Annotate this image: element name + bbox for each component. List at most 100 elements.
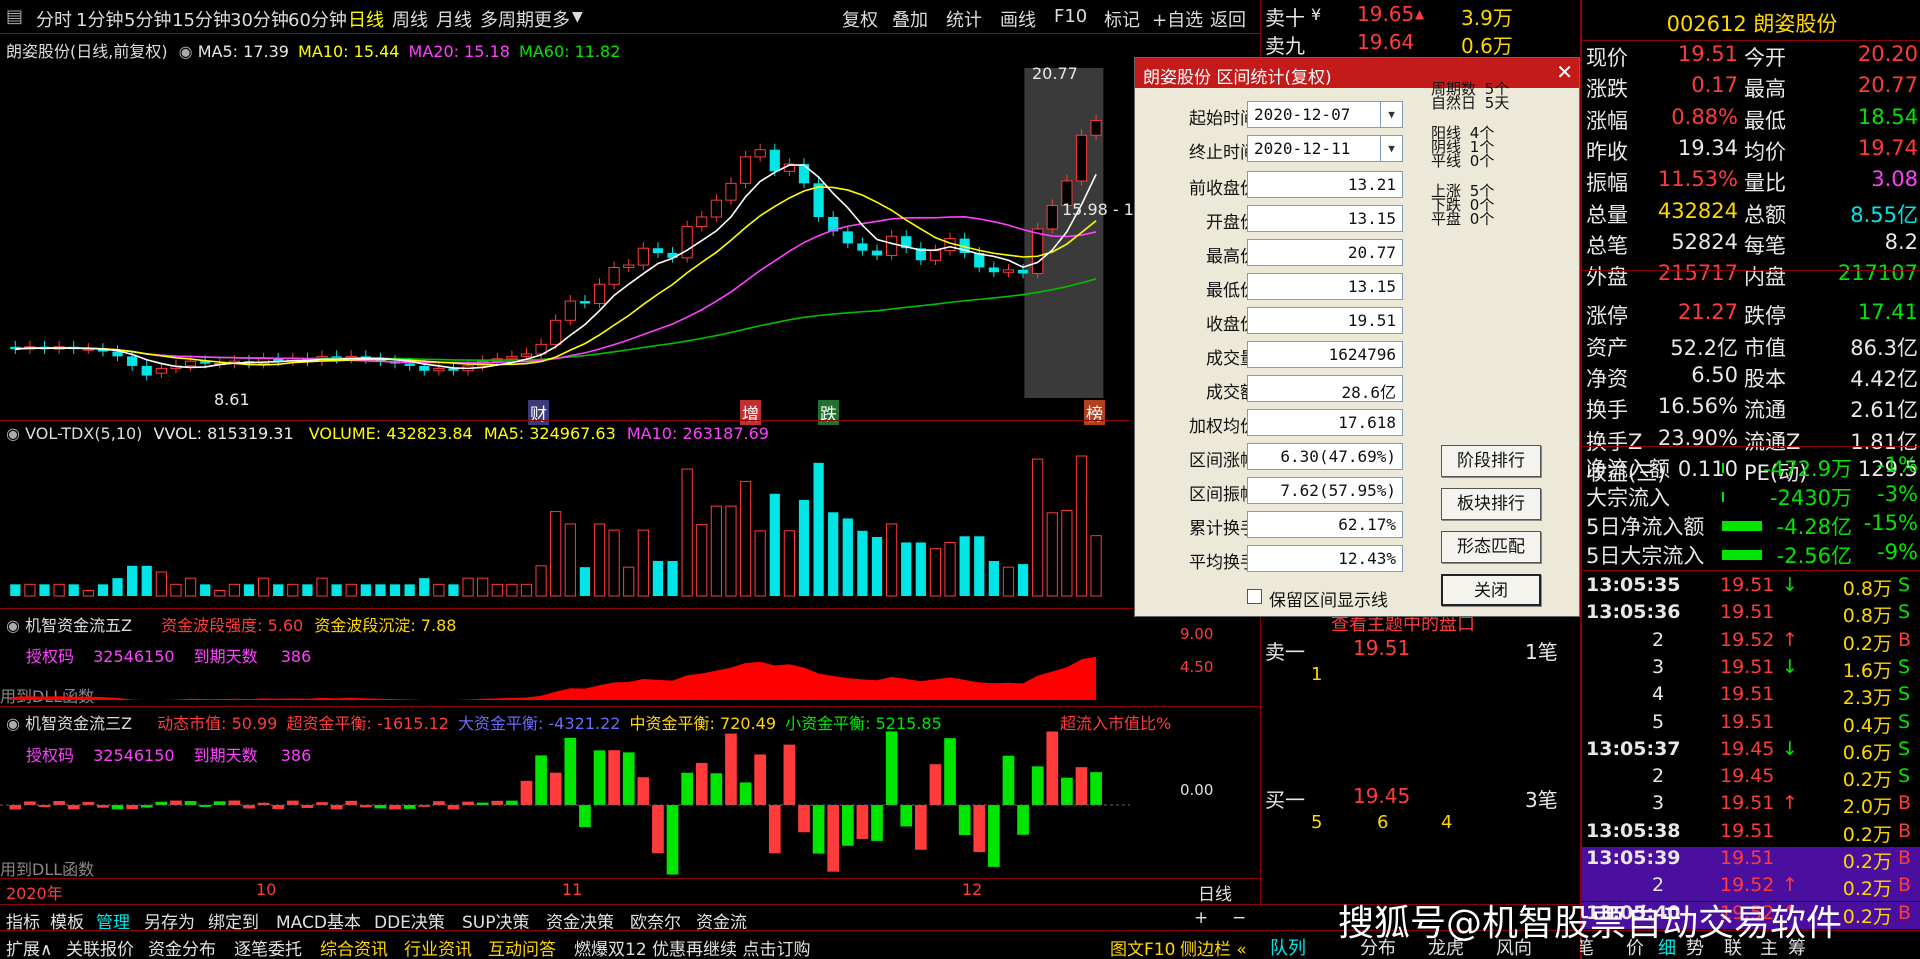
close-icon[interactable]: ✕ [1556,60,1573,84]
btn-diejia[interactable]: 叠加 [892,6,928,32]
plus-icon[interactable]: + [1194,908,1208,928]
detail-tab[interactable]: 龙虎 [1428,934,1464,959]
candle[interactable] [1032,228,1044,274]
candle[interactable] [857,243,868,251]
field-value[interactable]: 28.6亿 [1247,375,1403,402]
candle[interactable] [550,319,562,345]
marker-cai[interactable]: 财 [528,400,549,425]
field-value[interactable]: 7.62(57.95%) [1247,477,1403,504]
btn-fuquan[interactable]: 复权 [842,6,878,32]
tick-row[interactable]: 5 19.51 0.4万 S [1582,711,1920,738]
tab-15min[interactable]: 15分钟 [172,6,231,32]
field-value[interactable]: 20.77 [1247,239,1403,266]
tick-row[interactable]: 13:05:37 19.45 ↓ 0.6万 S [1582,738,1920,765]
candle[interactable] [1046,204,1058,230]
tab-1min[interactable]: 1分钟 [76,6,123,32]
candle[interactable] [871,250,883,256]
keep-line-label[interactable]: 保留区间显示线 [1269,586,1388,611]
interval-stats-dialog[interactable]: 朗姿股份 区间统计(复权) ✕ 起始时间 2020-12-07 ▼ 终止时间 2… [1134,57,1580,617]
tab-related[interactable]: 关联报价 [66,935,134,959]
candle[interactable] [842,231,853,244]
field-value[interactable]: 62.17% [1247,511,1403,538]
candle[interactable] [404,363,415,366]
candle[interactable] [520,353,533,357]
btn-add-favorite[interactable]: +自选 [1152,6,1203,32]
tab-fenshi[interactable]: 分时 [36,6,72,32]
candle[interactable] [739,156,752,184]
marker-zeng[interactable]: 增 [740,400,761,425]
tick-row[interactable]: 4 19.51 2.3万 S [1582,683,1920,710]
tick-row[interactable]: 3 19.51 ↑ 2.0万 B [1582,792,1920,819]
candle[interactable] [988,267,999,273]
candle[interactable] [769,149,780,172]
tick-row[interactable]: 13:05:39 19.51 0.2万 B [1582,847,1920,874]
candlestick-chart[interactable] [0,60,1130,420]
tab-multi[interactable]: 多周期 [480,6,534,32]
keep-line-checkbox[interactable] [1247,589,1262,604]
tab-news[interactable]: 综合资讯 [320,935,388,959]
field-value[interactable]: 13.15 [1247,205,1403,232]
candle[interactable] [127,356,138,366]
marker-bang[interactable]: 榜 [1084,400,1105,425]
detail-tab[interactable]: 风向 [1496,934,1532,959]
sector-rank-button[interactable]: 板块排行 [1441,488,1541,520]
candle[interactable] [1017,269,1029,274]
candle[interactable] [929,250,942,261]
candle[interactable] [725,182,737,201]
flow3-chart[interactable] [0,730,1130,880]
field-value[interactable]: 13.15 [1247,273,1403,300]
tab-30min[interactable]: 30分钟 [230,6,289,32]
start-date-select[interactable]: 2020-12-07 ▼ [1247,101,1403,128]
stage-rank-button[interactable]: 阶段排行 [1441,445,1541,477]
tab-daily[interactable]: 日线 [348,6,384,32]
chevron-icon[interactable]: ◉ [6,424,20,443]
f10-link[interactable]: 图文F10 [1110,935,1175,959]
candle[interactable] [710,199,722,218]
candle[interactable] [564,300,576,321]
dialog-title[interactable]: 朗姿股份 区间统计(复权) [1135,58,1579,88]
tab-industry[interactable]: 行业资讯 [404,935,472,959]
tab-weekly[interactable]: 周线 [392,6,428,32]
candle[interactable] [82,348,94,351]
marker-die[interactable]: 跌 [818,400,839,425]
tab-60min[interactable]: 60分钟 [288,6,347,32]
btn-huaxian[interactable]: 画线 [1000,6,1036,32]
tick-row[interactable]: 13:05:36 19.51 0.8万 S [1582,601,1920,628]
flow5-chart[interactable] [0,630,1130,708]
candle[interactable] [886,235,898,256]
candle[interactable] [184,360,197,367]
candle[interactable] [141,365,152,376]
period-label[interactable]: 日线 [1198,880,1232,905]
close-button[interactable]: 关闭 [1441,574,1541,606]
chevron-down-icon[interactable]: ▼ [1380,102,1402,127]
tick-row[interactable]: 13:05:38 19.51 0.2万 B [1582,820,1920,847]
tab-more[interactable]: 更多 [534,6,570,32]
tab-5min[interactable]: 5分钟 [124,6,171,32]
detail-tab[interactable]: 分布 [1360,934,1396,959]
minus-icon[interactable]: − [1232,908,1246,928]
pattern-match-button[interactable]: 形态匹配 [1441,531,1541,563]
tab-fund-dist[interactable]: 资金分布 [148,935,216,959]
field-value[interactable]: 1624796 [1247,341,1403,368]
field-value[interactable]: 13.21 [1247,171,1403,198]
candle[interactable] [433,367,445,372]
tab-expand[interactable]: 扩展∧ [6,935,52,959]
candle[interactable] [1002,269,1015,273]
tick-row[interactable]: 2 19.52 ↑ 0.2万 B [1582,629,1920,656]
candle[interactable] [1075,134,1088,182]
end-date-select[interactable]: 2020-12-11 ▼ [1247,135,1403,162]
more-arrow-icon[interactable]: ▼ [572,9,583,25]
candle[interactable] [608,266,620,285]
field-value[interactable]: 12.43% [1247,545,1403,572]
sidebar-toggle[interactable]: 侧边栏 « [1180,935,1247,959]
tick-row[interactable]: 2 19.45 0.2万 S [1582,765,1920,792]
btn-f10[interactable]: F10 [1054,6,1087,27]
tab-monthly[interactable]: 月线 [436,6,472,32]
candle[interactable] [696,216,708,228]
field-value[interactable]: 19.51 [1247,307,1403,334]
chevron-down-icon[interactable]: ◉ [179,42,193,61]
chevron-down-icon[interactable]: ▼ [1380,136,1402,161]
btn-back[interactable]: 返回 [1210,6,1246,32]
menu-icon[interactable]: ▤ [6,6,23,27]
candle[interactable] [593,283,606,304]
